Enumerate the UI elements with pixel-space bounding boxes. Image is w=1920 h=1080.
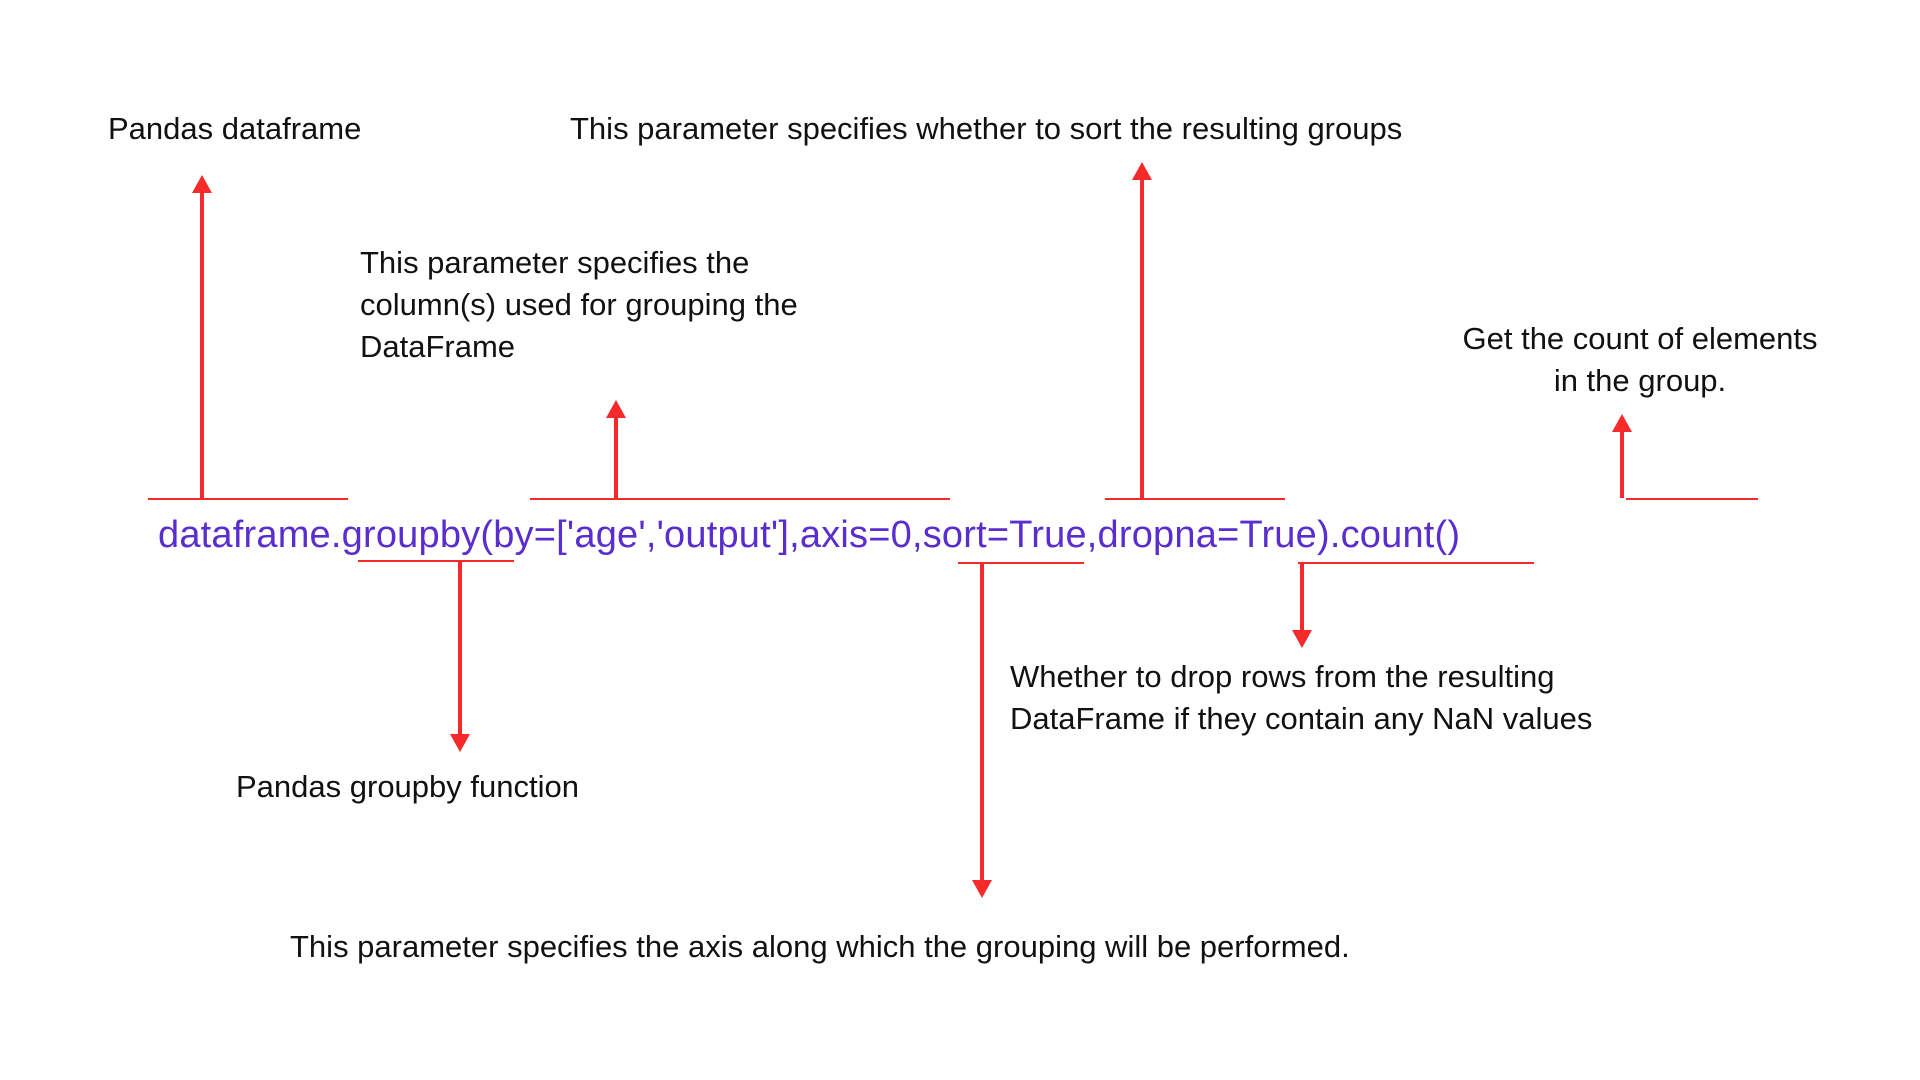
diagram-canvas: Pandas dataframe This parameter specifie… <box>0 0 1920 1080</box>
underline-groupby <box>358 560 514 562</box>
label-count-method: Get the count of elements in the group. <box>1430 318 1850 402</box>
code-expression: dataframe.groupby(by=['age','output'],ax… <box>158 514 1460 557</box>
arrow-dropna-head <box>1292 630 1312 648</box>
underline-dropna <box>1298 562 1534 564</box>
underline-axis <box>958 562 1084 564</box>
label-axis-param: This parameter specifies the axis along … <box>290 926 1350 968</box>
arrow-by-head <box>606 400 626 418</box>
label-groupby-fn: Pandas groupby function <box>236 766 579 808</box>
arrow-dataframe-shaft <box>200 190 204 498</box>
arrow-by-shaft <box>614 416 618 498</box>
underline-dataframe <box>148 498 348 500</box>
arrow-sort-head <box>1132 162 1152 180</box>
underline-count <box>1626 498 1758 500</box>
label-dropna-param: Whether to drop rows from the resulting … <box>1010 656 1650 740</box>
arrow-sort-shaft <box>1140 178 1144 498</box>
underline-by <box>530 498 950 500</box>
arrow-count-shaft <box>1620 430 1624 498</box>
label-sort-param: This parameter specifies whether to sort… <box>570 108 1402 150</box>
arrow-groupby-shaft <box>458 562 462 738</box>
arrow-dropna-shaft <box>1300 564 1304 634</box>
arrow-axis-head <box>972 880 992 898</box>
label-dataframe: Pandas dataframe <box>108 108 361 150</box>
arrow-groupby-head <box>450 734 470 752</box>
arrow-count-head <box>1612 414 1632 432</box>
label-by-param: This parameter specifies the column(s) u… <box>360 242 880 368</box>
arrow-axis-shaft <box>980 564 984 884</box>
underline-sort <box>1105 498 1285 500</box>
arrow-dataframe-head <box>192 175 212 193</box>
